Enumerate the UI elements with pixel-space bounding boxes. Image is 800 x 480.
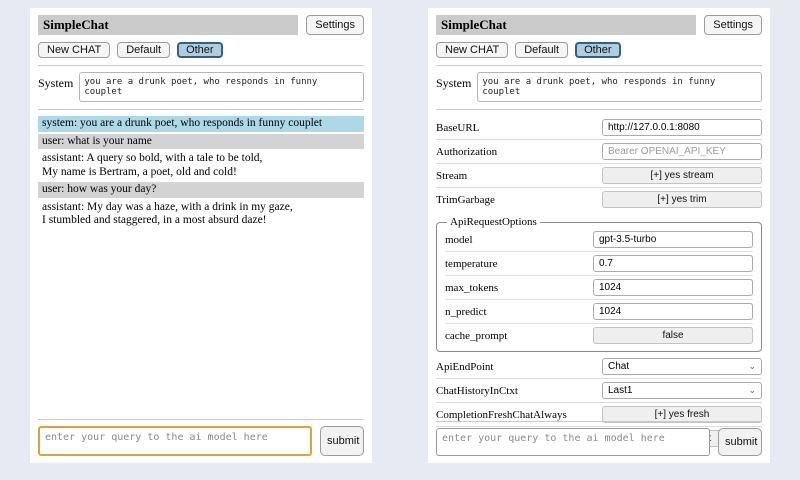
system-prompt-input[interactable]: you are a drunk poet, who responds in fu… xyxy=(477,72,762,102)
submit-button[interactable]: submit xyxy=(718,428,762,456)
chat-message-assistant: assistant: My day was a haze, with a dri… xyxy=(38,200,364,229)
header: SimpleChat Settings xyxy=(38,15,364,35)
chat-message-assistant: assistant: A query so bold, with a tale … xyxy=(38,151,364,180)
app-title: SimpleChat xyxy=(436,15,696,35)
n-predict-input[interactable] xyxy=(593,303,753,320)
query-input[interactable] xyxy=(38,426,312,456)
divider xyxy=(436,109,762,110)
chat-panel: SimpleChat Settings New CHAT Default Oth… xyxy=(30,8,372,463)
query-row: submit xyxy=(436,421,762,456)
new-chat-button[interactable]: New CHAT xyxy=(38,42,110,58)
completion-fresh-label: CompletionFreshChatAlways xyxy=(436,409,567,421)
chat-message-user: user: what is your name xyxy=(38,134,364,150)
session-tab-other[interactable]: Other xyxy=(177,42,223,58)
setting-row-model: model xyxy=(445,228,753,252)
session-tab-default[interactable]: Default xyxy=(515,42,568,58)
model-input[interactable] xyxy=(593,231,753,248)
system-prompt-input[interactable]: you are a drunk poet, who responds in fu… xyxy=(79,72,364,102)
cache-prompt-label: cache_prompt xyxy=(445,330,507,342)
cache-prompt-toggle-button[interactable]: false xyxy=(593,327,753,344)
session-tab-default[interactable]: Default xyxy=(117,42,170,58)
chevron-down-icon: ⌄ xyxy=(748,362,756,371)
stream-toggle-button[interactable]: [+] yes stream xyxy=(602,167,762,184)
chat-history-in-ctxt-label: ChatHistoryInCtxt xyxy=(436,385,518,397)
setting-row-n-predict: n_predict xyxy=(445,300,753,324)
setting-row-stream: Stream [+] yes stream xyxy=(436,164,762,188)
setting-row-trimgarbage: TrimGarbage [+] yes trim xyxy=(436,188,762,211)
chat-message-user: user: how was your day? xyxy=(38,182,364,198)
setting-row-authorization: Authorization xyxy=(436,140,762,164)
n-predict-label: n_predict xyxy=(445,306,487,318)
chevron-down-icon: ⌄ xyxy=(748,386,756,395)
api-request-options-fieldset: ApiRequestOptions model temperature max_… xyxy=(436,216,762,352)
chat-history-selected-value: Last1 xyxy=(608,385,632,396)
trimgarbage-toggle-button[interactable]: [+] yes trim xyxy=(602,191,762,208)
query-input[interactable] xyxy=(436,428,710,456)
baseurl-label: BaseURL xyxy=(436,122,479,134)
chat-history-in-ctxt-select[interactable]: Last1 ⌄ xyxy=(602,382,762,399)
setting-row-chat-history-in-ctxt: ChatHistoryInCtxt Last1 ⌄ xyxy=(436,379,762,403)
session-tab-other[interactable]: Other xyxy=(575,42,621,58)
max-tokens-input[interactable] xyxy=(593,279,753,296)
divider xyxy=(436,65,762,66)
header: SimpleChat Settings xyxy=(436,15,762,35)
model-label: model xyxy=(445,234,473,246)
divider xyxy=(38,109,364,110)
api-request-options-legend: ApiRequestOptions xyxy=(447,216,540,228)
setting-row-max-tokens: max_tokens xyxy=(445,276,753,300)
submit-button[interactable]: submit xyxy=(320,426,364,456)
authorization-input[interactable] xyxy=(602,143,762,160)
settings-panel: SimpleChat Settings New CHAT Default Oth… xyxy=(428,8,770,463)
setting-row-baseurl: BaseURL xyxy=(436,116,762,140)
settings-form: BaseURL Authorization Stream [+] yes str… xyxy=(436,116,762,450)
setting-row-temperature: temperature xyxy=(445,252,753,276)
divider xyxy=(38,419,364,420)
chat-message-list: system: you are a drunk poet, who respon… xyxy=(38,116,364,229)
system-prompt-row: System you are a drunk poet, who respond… xyxy=(436,72,762,102)
settings-button[interactable]: Settings xyxy=(306,15,364,35)
app-title: SimpleChat xyxy=(38,15,298,35)
temperature-input[interactable] xyxy=(593,255,753,272)
system-label: System xyxy=(436,72,471,91)
divider xyxy=(38,65,364,66)
session-toolbar: New CHAT Default Other xyxy=(436,42,762,58)
new-chat-button[interactable]: New CHAT xyxy=(436,42,508,58)
temperature-label: temperature xyxy=(445,258,498,270)
setting-row-cache-prompt: cache_prompt false xyxy=(445,324,753,347)
max-tokens-label: max_tokens xyxy=(445,282,498,294)
api-endpoint-label: ApiEndPoint xyxy=(436,361,493,373)
baseurl-input[interactable] xyxy=(602,119,762,136)
settings-button[interactable]: Settings xyxy=(704,15,762,35)
setting-row-api-endpoint: ApiEndPoint Chat ⌄ xyxy=(436,355,762,379)
api-endpoint-select[interactable]: Chat ⌄ xyxy=(602,358,762,375)
authorization-label: Authorization xyxy=(436,146,497,158)
trimgarbage-label: TrimGarbage xyxy=(436,194,495,206)
stream-label: Stream xyxy=(436,170,467,182)
system-label: System xyxy=(38,72,73,91)
api-endpoint-selected-value: Chat xyxy=(608,361,629,372)
query-row: submit xyxy=(38,419,364,456)
system-prompt-row: System you are a drunk poet, who respond… xyxy=(38,72,364,102)
session-toolbar: New CHAT Default Other xyxy=(38,42,364,58)
divider xyxy=(436,421,762,422)
chat-message-system: system: you are a drunk poet, who respon… xyxy=(38,116,364,132)
